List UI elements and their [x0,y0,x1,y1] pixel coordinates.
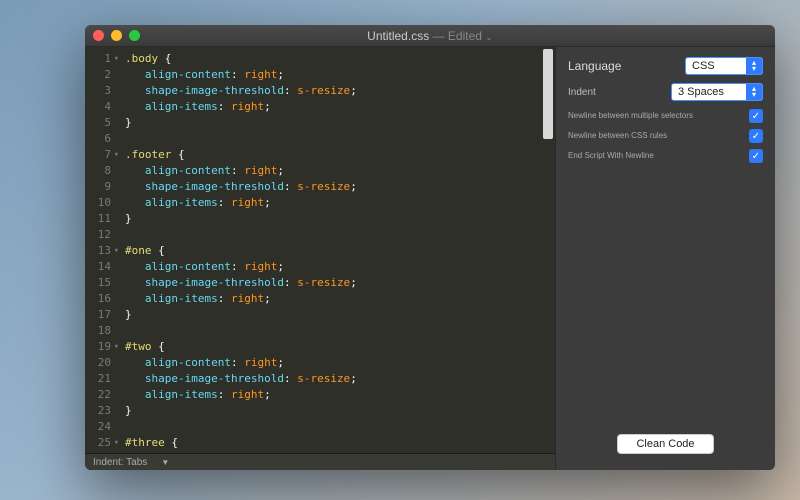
code-line[interactable]: } [125,211,541,227]
line-number[interactable]: 4 [85,99,117,115]
line-number[interactable]: 6 [85,131,117,147]
language-value: CSS [686,60,746,72]
code-line[interactable]: align-items: right; [125,387,541,403]
clean-code-label: Clean Code [636,438,694,450]
code-line[interactable]: } [125,115,541,131]
option-label: Newline between multiple selectors [568,111,693,121]
line-number[interactable]: 3 [85,83,117,99]
editor-pane: 1234567891011121314151617181920212223242… [85,47,555,470]
code-line[interactable] [125,323,541,339]
window-title: Untitled.css — Edited ⌄ [85,29,775,43]
line-number[interactable]: 22 [85,387,117,403]
minimize-icon[interactable] [111,30,122,41]
line-number[interactable]: 15 [85,275,117,291]
language-select[interactable]: CSS ▴▾ [685,57,763,75]
language-row: Language CSS ▴▾ [568,57,763,75]
option-row: Newline between multiple selectors ✓ [568,109,763,123]
statusbar: Indent: Tabs ▼ [85,453,555,470]
language-label: Language [568,59,621,73]
code-line[interactable] [125,131,541,147]
code-line[interactable]: align-content: right; [125,163,541,179]
line-number[interactable]: 1 [85,51,117,67]
option-row: Newline between CSS rules ✓ [568,129,763,143]
line-number[interactable]: 19 [85,339,117,355]
line-number[interactable]: 11 [85,211,117,227]
code-line[interactable]: #one { [125,243,541,259]
line-number[interactable]: 5 [85,115,117,131]
code-line[interactable] [125,419,541,435]
titlebar[interactable]: Untitled.css — Edited ⌄ [85,25,775,47]
code-line[interactable]: align-items: right; [125,291,541,307]
code-line[interactable]: } [125,403,541,419]
code-line[interactable]: shape-image-threshold: s-resize; [125,371,541,387]
traffic-lights [93,30,140,41]
app-window: Untitled.css — Edited ⌄ 1234567891011121… [85,25,775,470]
line-number[interactable]: 10 [85,195,117,211]
line-number[interactable]: 13 [85,243,117,259]
clean-code-button[interactable]: Clean Code [617,434,713,454]
code-line[interactable]: align-items: right; [125,195,541,211]
line-number[interactable]: 7 [85,147,117,163]
indent-row: Indent 3 Spaces ▴▾ [568,83,763,101]
indent-select[interactable]: 3 Spaces ▴▾ [671,83,763,101]
code-content[interactable]: .body { align-content: right; shape-imag… [119,47,541,453]
zoom-icon[interactable] [129,30,140,41]
scrollbar-track[interactable] [541,47,555,453]
option-label: End Script With Newline [568,151,654,161]
option-row: End Script With Newline ✓ [568,149,763,163]
code-line[interactable]: align-content: right; [125,259,541,275]
line-number[interactable]: 18 [85,323,117,339]
code-line[interactable]: align-content: right; [125,355,541,371]
code-area[interactable]: 1234567891011121314151617181920212223242… [85,47,555,453]
line-number[interactable]: 16 [85,291,117,307]
code-line[interactable]: #two { [125,339,541,355]
option-checkbox[interactable]: ✓ [749,129,763,143]
code-line[interactable] [125,227,541,243]
line-number[interactable]: 24 [85,419,117,435]
code-line[interactable]: shape-image-threshold: s-resize; [125,83,541,99]
code-line[interactable]: } [125,307,541,323]
scrollbar-thumb[interactable] [543,49,553,139]
line-number[interactable]: 25 [85,435,117,451]
sidebar: Language CSS ▴▾ Indent 3 Spaces ▴▾ Newli… [555,47,775,470]
line-number[interactable]: 14 [85,259,117,275]
select-stepper-icon: ▴▾ [746,84,762,100]
indent-mode[interactable]: Indent: Tabs [93,457,147,468]
line-number[interactable]: 8 [85,163,117,179]
options-list: Newline between multiple selectors✓Newli… [568,109,763,169]
line-number[interactable]: 21 [85,371,117,387]
line-number[interactable]: 9 [85,179,117,195]
line-gutter[interactable]: 1234567891011121314151617181920212223242… [85,47,119,453]
indent-value: 3 Spaces [672,86,746,98]
code-line[interactable]: align-content: right; [125,67,541,83]
code-line[interactable]: .body { [125,51,541,67]
line-number[interactable]: 23 [85,403,117,419]
chevron-down-icon[interactable]: ⌄ [485,32,493,42]
line-number[interactable]: 17 [85,307,117,323]
code-line[interactable]: #three { [125,435,541,451]
code-line[interactable]: shape-image-threshold: s-resize; [125,275,541,291]
close-icon[interactable] [93,30,104,41]
window-body: 1234567891011121314151617181920212223242… [85,47,775,470]
code-line[interactable]: .footer { [125,147,541,163]
edited-label: Edited [448,29,482,43]
select-stepper-icon: ▴▾ [746,58,762,74]
line-number[interactable]: 20 [85,355,117,371]
option-label: Newline between CSS rules [568,131,667,141]
document-name: Untitled.css [367,29,429,43]
line-number[interactable]: 12 [85,227,117,243]
option-checkbox[interactable]: ✓ [749,149,763,163]
line-number[interactable]: 2 [85,67,117,83]
code-line[interactable]: shape-image-threshold: s-resize; [125,179,541,195]
code-line[interactable]: align-items: right; [125,99,541,115]
dropdown-arrow-icon[interactable]: ▼ [161,458,169,467]
indent-label: Indent [568,87,596,98]
option-checkbox[interactable]: ✓ [749,109,763,123]
